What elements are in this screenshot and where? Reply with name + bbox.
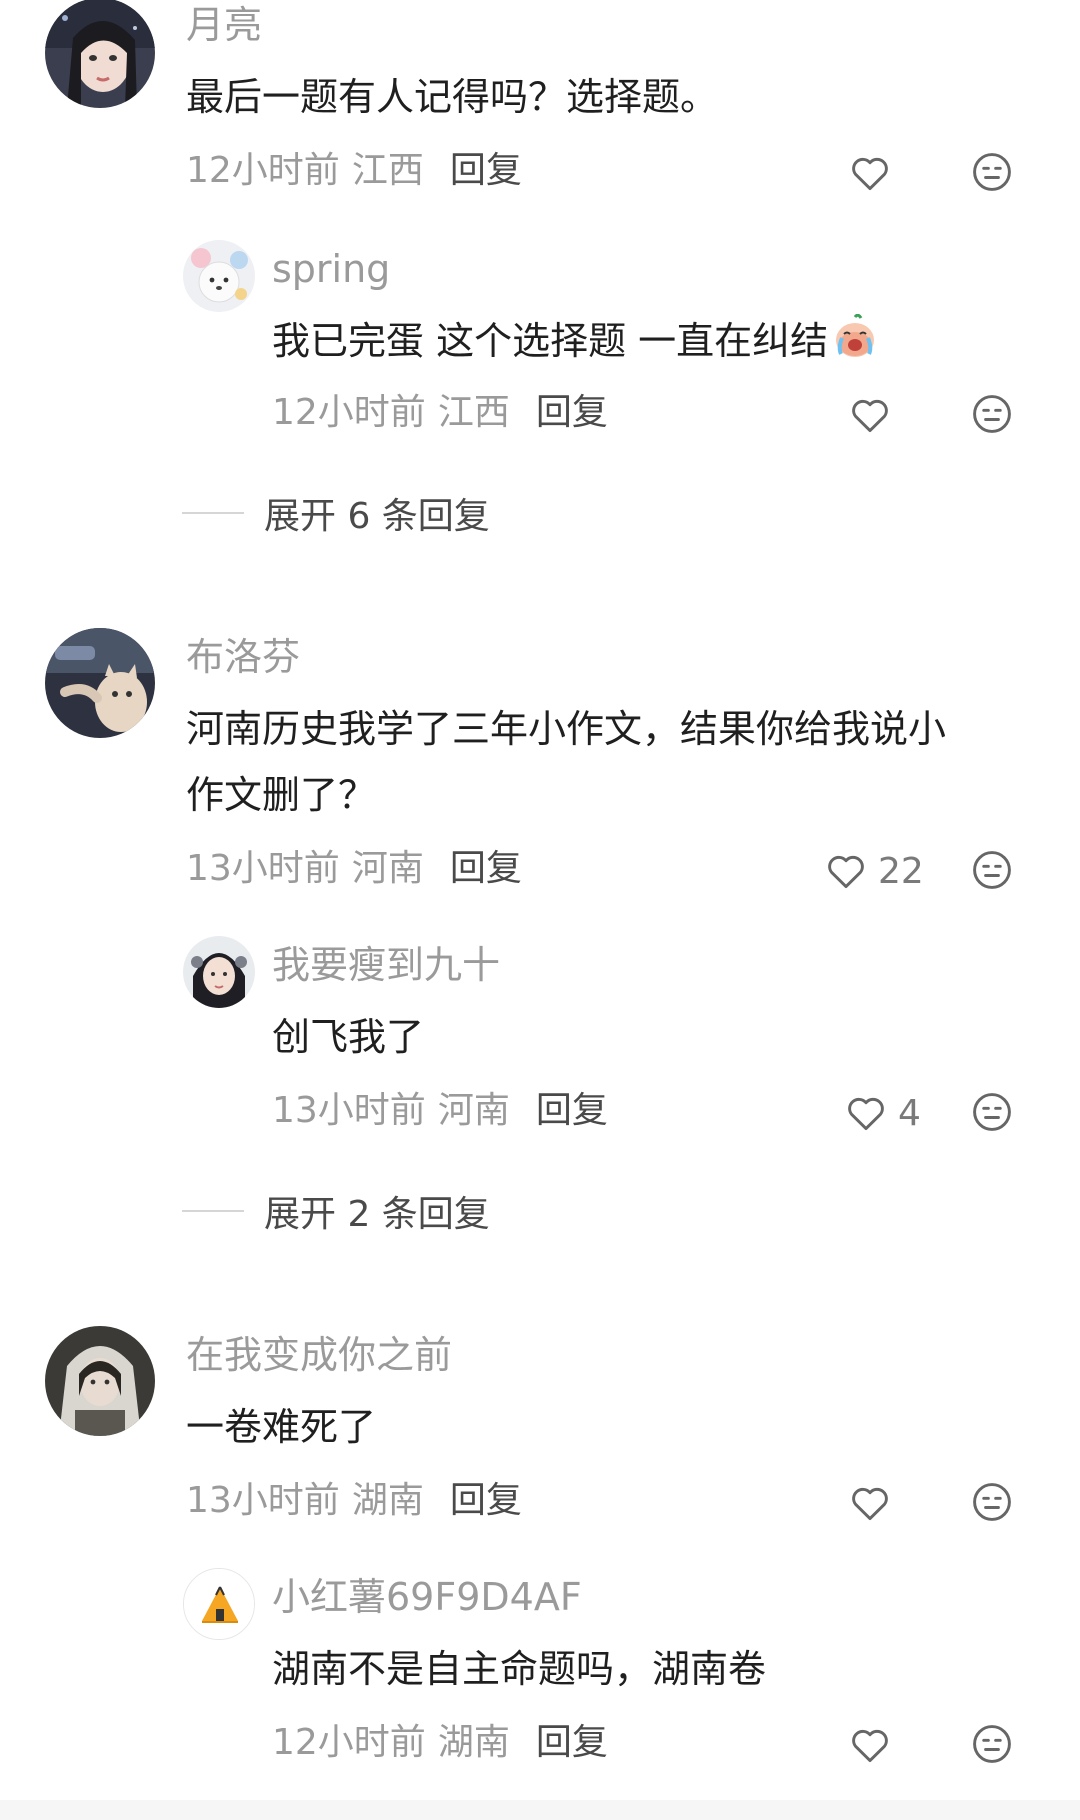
comment-time: 13小时前 (186, 848, 340, 889)
like-button[interactable] (848, 1480, 892, 1526)
heart-outline-icon (848, 1097, 884, 1131)
reply-text: 湖南不是自主命题吗，湖南卷 (272, 1647, 767, 1691)
avatar[interactable] (183, 1568, 255, 1640)
reply-time: 13小时前 (272, 1090, 426, 1131)
reply-location: 湖南 (437, 1722, 510, 1763)
comment-author[interactable]: 月亮 (186, 2, 262, 48)
heart-outline-icon (852, 157, 888, 191)
neutral-face-icon[interactable] (970, 848, 1014, 892)
like-button[interactable]: 22 (824, 848, 924, 894)
neutral-face-icon[interactable] (970, 1090, 1014, 1134)
divider (182, 1210, 244, 1212)
comment-location: 江西 (351, 150, 424, 191)
comment-meta: 13小时前 湖南 回复 (186, 1478, 522, 1524)
reply-button[interactable]: 回复 (536, 392, 608, 433)
reply-location: 江西 (437, 392, 510, 433)
neutral-face-icon[interactable] (970, 1722, 1014, 1766)
comment-text-line1: 河南历史我学了三年小作文，结果你给我说小 (186, 707, 947, 751)
reply-meta: 12小时前 湖南 回复 (272, 1720, 608, 1766)
reply-button[interactable]: 回复 (450, 150, 522, 191)
comment-text-line2: 作文删了？ (186, 773, 377, 817)
reply-text-content: 我已完蛋 这个选择题 一直在纠结 (272, 319, 829, 363)
neutral-face-icon[interactable] (970, 392, 1014, 436)
like-button[interactable] (848, 392, 892, 438)
reply-author[interactable]: 小红薯69F9D4AF (272, 1574, 582, 1620)
reply-button[interactable]: 回复 (450, 848, 522, 889)
neutral-face-icon[interactable] (970, 150, 1014, 194)
like-button[interactable] (848, 150, 892, 196)
avatar[interactable] (183, 936, 255, 1008)
heart-outline-icon (828, 855, 864, 889)
comment-time: 12小时前 (186, 150, 340, 191)
heart-outline-icon (852, 399, 888, 433)
comment-author[interactable]: 布洛芬 (186, 634, 300, 680)
avatar[interactable] (45, 1326, 155, 1436)
crying-face-emoji-icon (832, 313, 878, 380)
like-button[interactable]: 4 (844, 1090, 921, 1136)
reply-time: 12小时前 (272, 1722, 426, 1763)
reply-button[interactable]: 回复 (450, 1480, 522, 1521)
heart-outline-icon (852, 1729, 888, 1763)
avatar[interactable] (183, 240, 255, 312)
comment-text: 一卷难死了 (186, 1405, 377, 1449)
expand-replies-label: 展开 2 条回复 (264, 1194, 490, 1235)
reply-meta: 12小时前 江西 回复 (272, 390, 608, 436)
comment-meta: 12小时前 江西 回复 (186, 148, 522, 194)
reply-text: 创飞我了 (272, 1015, 425, 1059)
comment-text: 最后一题有人记得吗？选择题。 (186, 75, 719, 119)
bottom-edge (0, 1800, 1080, 1820)
comment-location: 河南 (351, 848, 424, 889)
reply-author[interactable]: 我要瘦到九十 (272, 942, 500, 988)
expand-replies-button[interactable]: 展开 6 条回复 (182, 488, 490, 538)
reply-time: 12小时前 (272, 392, 426, 433)
reply-text: 我已完蛋 这个选择题 一直在纠结 (272, 308, 878, 380)
like-button[interactable] (848, 1722, 892, 1768)
comment-time: 13小时前 (186, 1480, 340, 1521)
heart-outline-icon (852, 1487, 888, 1521)
neutral-face-icon[interactable] (970, 1480, 1014, 1524)
reply-meta: 13小时前 河南 回复 (272, 1088, 608, 1134)
reply-location: 河南 (437, 1090, 510, 1131)
reply-button[interactable]: 回复 (536, 1090, 608, 1131)
divider (182, 512, 244, 514)
comment-meta: 13小时前 河南 回复 (186, 846, 522, 892)
avatar[interactable] (45, 0, 155, 108)
like-count: 4 (898, 1092, 921, 1134)
expand-replies-label: 展开 6 条回复 (264, 496, 490, 537)
comment-location: 湖南 (351, 1480, 424, 1521)
reply-button[interactable]: 回复 (536, 1722, 608, 1763)
like-count: 22 (878, 850, 924, 892)
avatar[interactable] (45, 628, 155, 738)
expand-replies-button[interactable]: 展开 2 条回复 (182, 1186, 490, 1236)
reply-author[interactable]: spring (272, 246, 390, 292)
comment-author[interactable]: 在我变成你之前 (186, 1332, 452, 1378)
